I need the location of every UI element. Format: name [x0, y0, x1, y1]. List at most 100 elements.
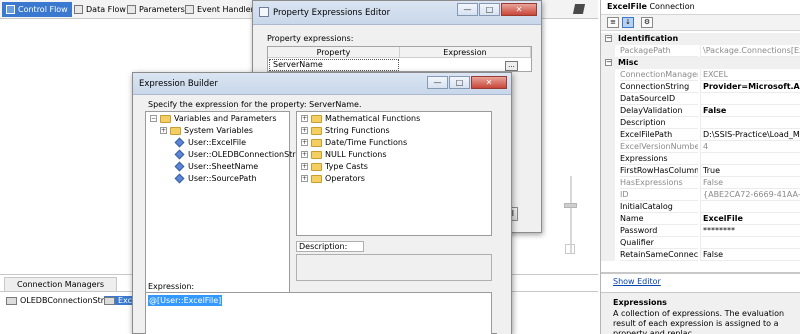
tab-control-flow[interactable]: Control Flow: [2, 2, 72, 17]
variable-icon: [174, 149, 185, 160]
property-name: RetainSameConnection: [620, 250, 698, 261]
expand-icon[interactable]: +: [160, 127, 167, 134]
collapse-icon[interactable]: −: [150, 115, 157, 122]
property-value[interactable]: \Package.Connections[Ex: [700, 45, 800, 57]
collapse-icon[interactable]: −: [605, 35, 612, 42]
column-header-expression[interactable]: Expression: [400, 47, 531, 58]
folder-icon: [311, 162, 322, 171]
property-row[interactable]: InitialCatalog: [601, 201, 800, 213]
property-row[interactable]: ExcelFilePath D:\SSIS-Practice\Load_Mu: [601, 129, 800, 141]
tree-node-variable[interactable]: User::OLEDBConnectionString: [174, 149, 308, 160]
tree-node-string-functions[interactable]: + String Functions: [301, 126, 390, 135]
tab-event-handlers[interactable]: Event Handlers: [181, 2, 262, 17]
expand-icon[interactable]: +: [301, 163, 308, 170]
property-value[interactable]: {ABE2CA72-6669-41AA-8A: [700, 189, 800, 201]
expand-icon[interactable]: +: [301, 115, 308, 122]
expand-icon[interactable]: +: [301, 139, 308, 146]
property-value[interactable]: True: [700, 165, 800, 177]
variable-icon: [174, 173, 185, 184]
property-name: Expressions: [620, 153, 698, 165]
tree-node-type-casts[interactable]: + Type Casts: [301, 162, 368, 171]
zoom-slider-thumb[interactable]: [564, 203, 577, 208]
dialog-title-bar[interactable]: Property Expressions Editor — □ ✕: [253, 1, 541, 25]
close-button[interactable]: ✕: [471, 76, 507, 89]
property-row[interactable]: FirstRowHasColumnNa True: [601, 165, 800, 177]
expression-builder-ellipsis-button[interactable]: ...: [505, 61, 518, 71]
minimize-button[interactable]: —: [427, 76, 448, 89]
expression-label: Expression:: [148, 282, 195, 291]
maximize-button[interactable]: □: [449, 76, 470, 89]
alphabetical-icon[interactable]: ↓: [622, 17, 634, 28]
selected-object-type: Connection: [649, 2, 695, 11]
category-identification[interactable]: − Identification: [601, 33, 800, 45]
tree-node-mathematical-functions[interactable]: + Mathematical Functions: [301, 114, 420, 123]
tree-node-system-variables[interactable]: + System Variables: [160, 126, 253, 135]
dialog-title-bar[interactable]: Expression Builder — □ ✕: [133, 73, 511, 95]
description-box: [296, 254, 492, 281]
property-name: ID: [620, 189, 698, 201]
connection-oledb[interactable]: OLEDBConnectionString: [6, 296, 116, 305]
property-value[interactable]: [700, 237, 800, 249]
expand-icon[interactable]: +: [301, 127, 308, 134]
category-misc[interactable]: − Misc: [601, 57, 800, 69]
property-value[interactable]: EXCEL: [700, 69, 800, 81]
property-row[interactable]: Expressions: [601, 153, 800, 165]
property-value[interactable]: [700, 117, 800, 129]
property-row[interactable]: PackagePath \Package.Connections[Ex: [601, 45, 800, 57]
property-row[interactable]: ID {ABE2CA72-6669-41AA-8A: [601, 189, 800, 201]
tree-node-date-time-functions[interactable]: + Date/Time Functions: [301, 138, 407, 147]
property-value[interactable]: ExcelFile: [700, 213, 800, 225]
property-value[interactable]: False: [700, 249, 800, 261]
property-name: DataSourceID: [620, 93, 698, 105]
splitter[interactable]: [601, 272, 800, 274]
tree-node-variable[interactable]: User::ExcelFile: [174, 137, 246, 148]
package-explorer-icon[interactable]: [572, 4, 586, 14]
property-row[interactable]: Password ********: [601, 225, 800, 237]
maximize-button[interactable]: □: [479, 3, 500, 16]
property-row[interactable]: ConnectionManagerType EXCEL: [601, 69, 800, 81]
tree-node-variable[interactable]: User::SourcePath: [174, 173, 257, 184]
tree-node-variable[interactable]: User::SheetName: [174, 161, 258, 172]
expand-icon[interactable]: +: [301, 151, 308, 158]
minimize-button[interactable]: —: [457, 3, 478, 16]
properties-object-selector[interactable]: ExcelFile Connection: [601, 0, 800, 15]
property-row[interactable]: ConnectionString Provider=Microsoft.ACE: [601, 81, 800, 93]
tree-node-operators[interactable]: + Operators: [301, 174, 365, 183]
property-row[interactable]: RetainSameConnection False: [601, 249, 800, 261]
close-button[interactable]: ✕: [501, 3, 537, 16]
show-editor-link[interactable]: Show Editor: [613, 277, 661, 286]
description-label: Description:: [296, 241, 364, 252]
property-value[interactable]: False: [700, 177, 800, 189]
column-header-property[interactable]: Property: [268, 47, 400, 58]
property-value[interactable]: ********: [700, 225, 800, 237]
expression-textbox[interactable]: @[User::ExcelFile]: [145, 292, 492, 334]
property-value[interactable]: 4: [700, 141, 800, 153]
zoom-to-fit-icon[interactable]: [565, 244, 575, 254]
tab-data-flow[interactable]: Data Flow: [70, 2, 130, 17]
tab-connection-managers[interactable]: Connection Managers: [4, 277, 118, 291]
collapse-icon[interactable]: −: [605, 59, 612, 66]
property-value[interactable]: [700, 201, 800, 213]
tree-node-variables-and-parameters[interactable]: − Variables and Parameters: [150, 114, 276, 123]
zoom-slider[interactable]: [566, 176, 576, 254]
tab-parameters[interactable]: Parameters: [123, 2, 189, 17]
property-cell[interactable]: ServerName: [269, 59, 399, 71]
property-row[interactable]: DataSourceID: [601, 93, 800, 105]
property-row[interactable]: Name ExcelFile: [601, 213, 800, 225]
tree-node-null-functions[interactable]: + NULL Functions: [301, 150, 387, 159]
property-value[interactable]: [700, 93, 800, 105]
property-value[interactable]: D:\SSIS-Practice\Load_Mu: [700, 129, 800, 141]
property-value[interactable]: False: [700, 105, 800, 117]
property-expressions-grid: Property Expression ServerName: [267, 46, 532, 72]
categorized-icon[interactable]: ≡: [607, 17, 619, 28]
expand-icon[interactable]: +: [301, 175, 308, 182]
property-row[interactable]: Description: [601, 117, 800, 129]
property-row[interactable]: DelayValidation False: [601, 105, 800, 117]
property-row[interactable]: ExcelVersionNumber 4: [601, 141, 800, 153]
property-value[interactable]: Provider=Microsoft.ACE: [700, 81, 800, 93]
property-row[interactable]: Qualifier: [601, 237, 800, 249]
property-row[interactable]: HasExpressions False: [601, 177, 800, 189]
property-pages-icon[interactable]: ⚙: [641, 17, 653, 28]
expression-text[interactable]: @[User::ExcelFile]: [148, 295, 223, 306]
property-value[interactable]: [700, 153, 800, 165]
